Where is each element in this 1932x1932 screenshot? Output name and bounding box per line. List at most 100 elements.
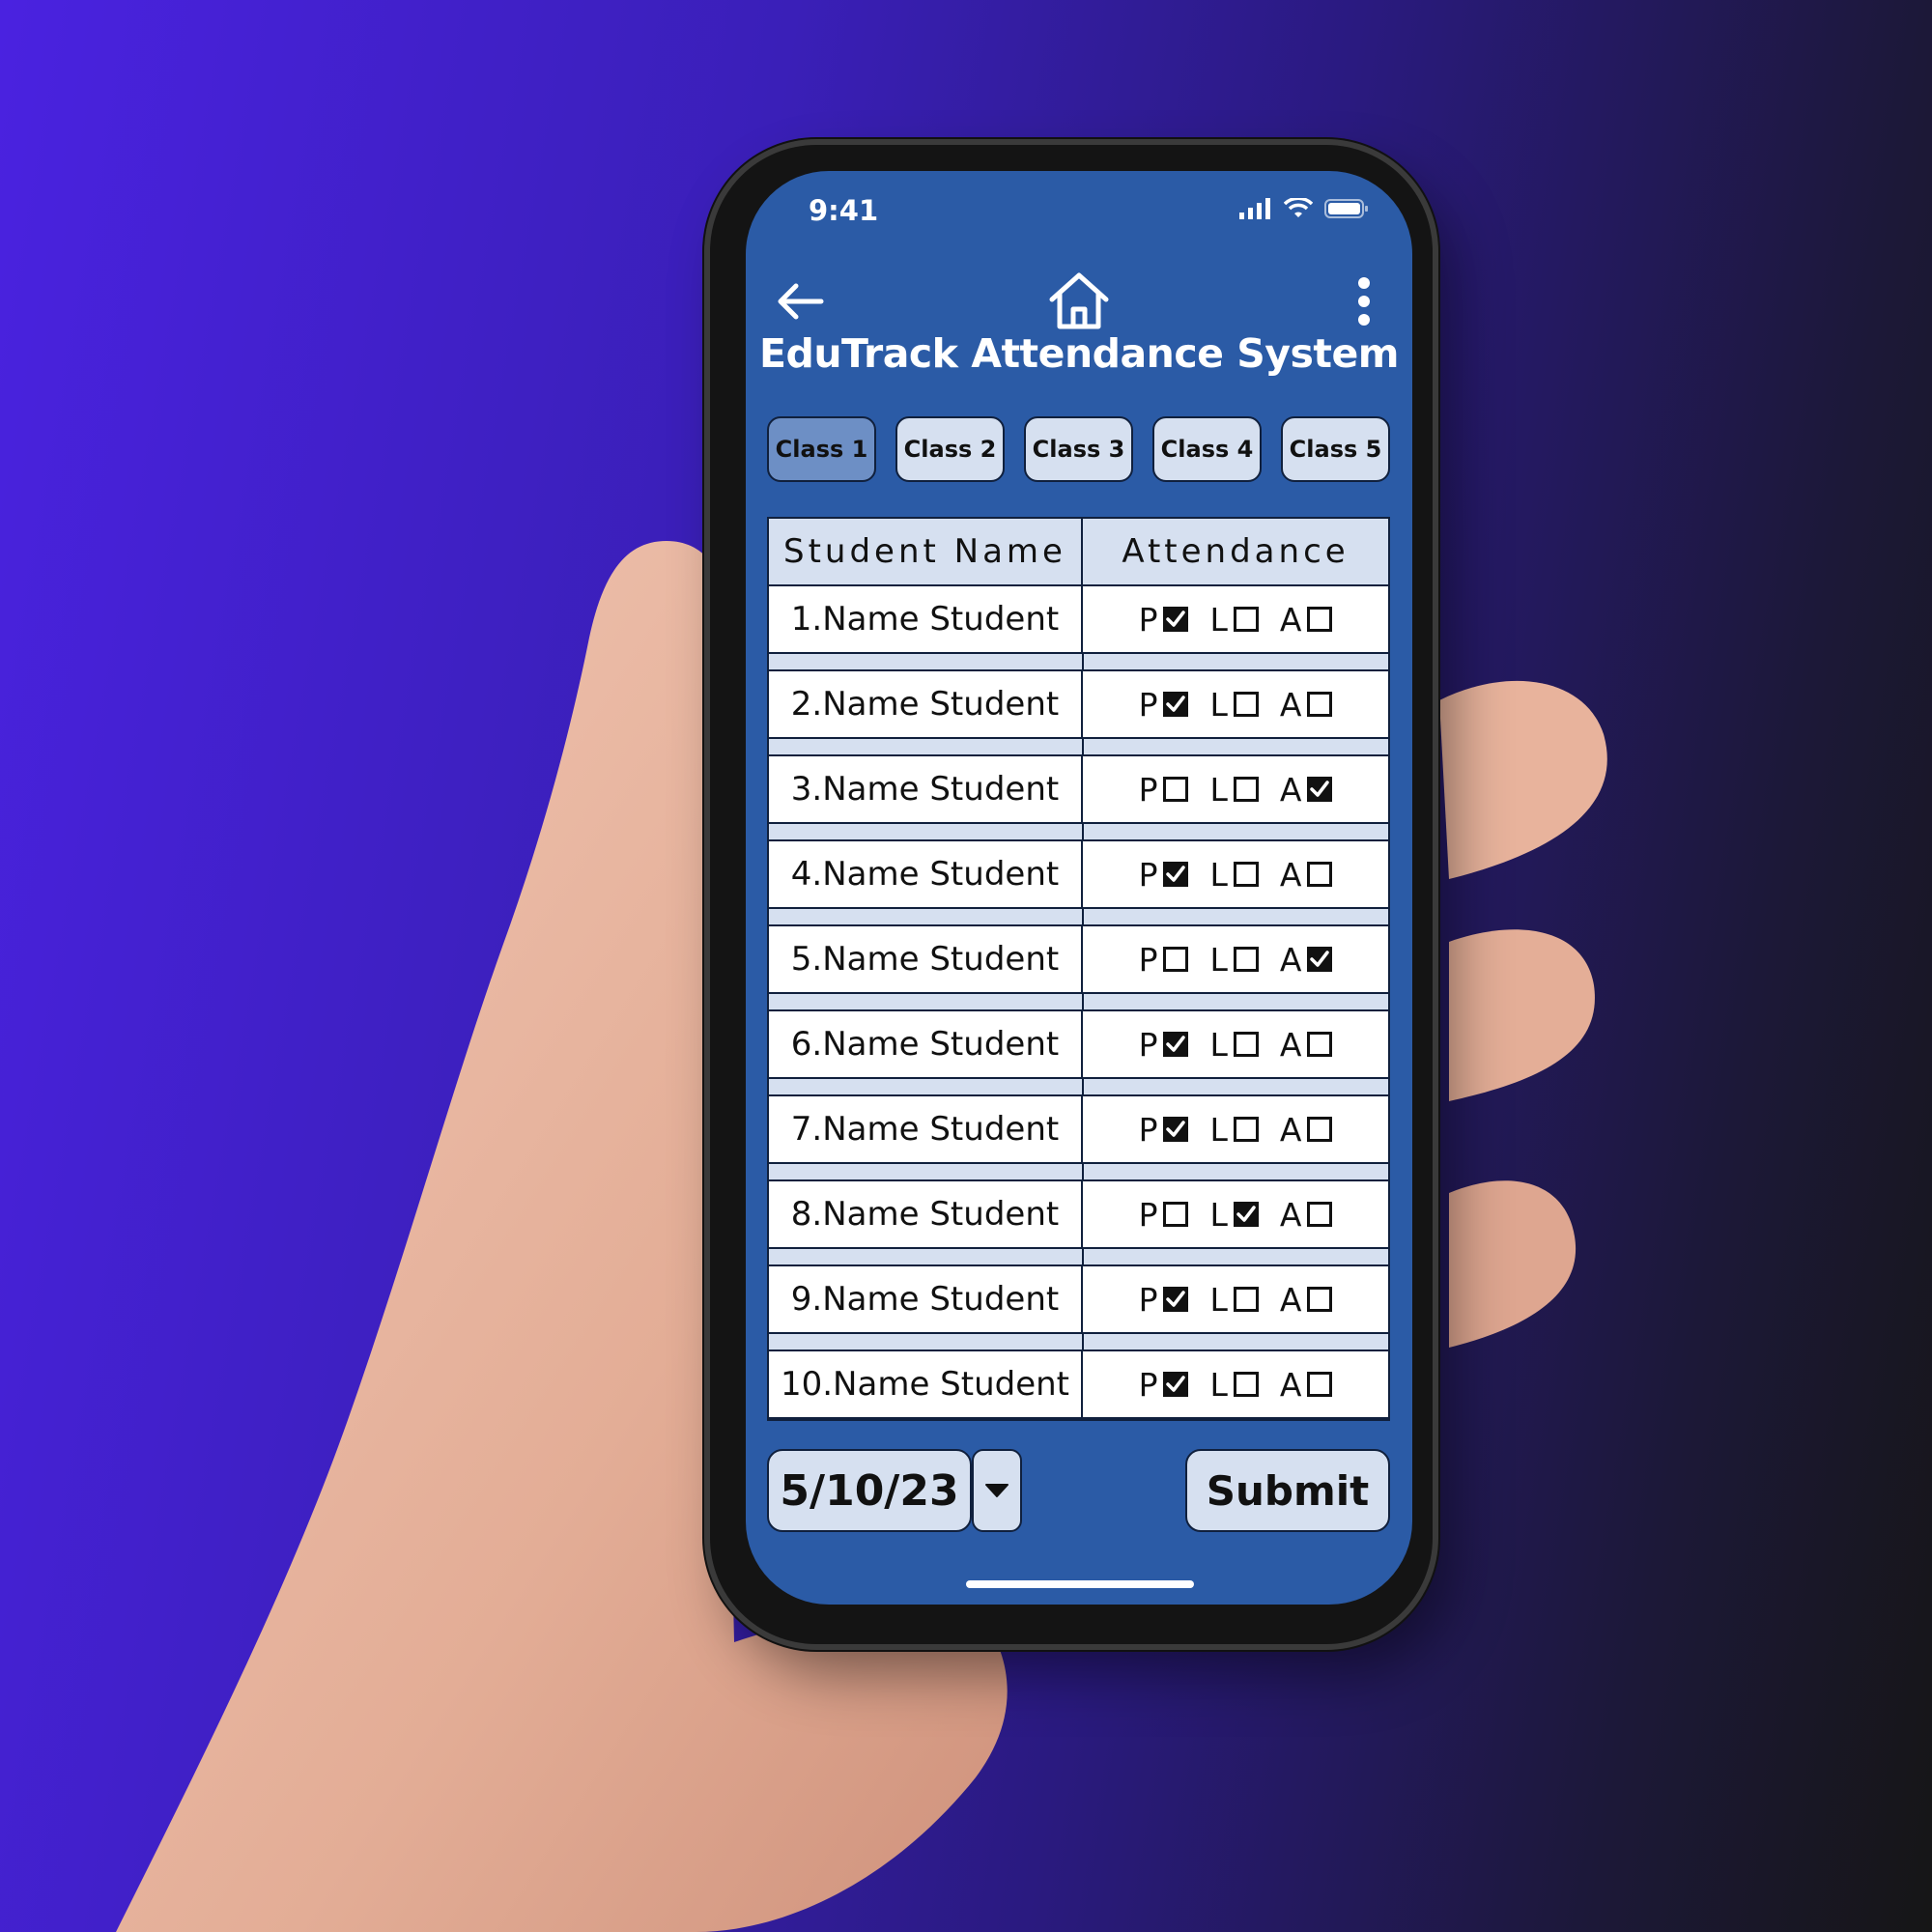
option-absent: A [1280, 856, 1333, 894]
checkbox-present[interactable] [1163, 1287, 1189, 1312]
row-separator [769, 739, 1388, 756]
checkmark-icon [1166, 1036, 1186, 1052]
checkbox-present[interactable] [1163, 1117, 1189, 1142]
checkbox-present[interactable] [1163, 607, 1189, 632]
option-label: L [1209, 1195, 1228, 1234]
table-row: 10.Name Student P L A [769, 1351, 1388, 1419]
back-button[interactable] [773, 277, 827, 326]
header-student-name: Student Name [769, 519, 1083, 584]
option-present: P [1139, 1026, 1189, 1064]
battery-icon [1324, 198, 1369, 223]
checkbox-late[interactable] [1233, 947, 1259, 972]
option-absent: A [1280, 1026, 1333, 1064]
attendance-options: PLA [1139, 771, 1333, 809]
separator-cell [769, 1249, 1084, 1264]
student-name-cell: 8.Name Student [769, 1181, 1083, 1247]
option-label: P [1138, 770, 1158, 809]
attendance-table: Student Name Attendance 1.Name Student P L… [767, 517, 1390, 1421]
more-menu-button[interactable] [1345, 270, 1383, 333]
option-label: P [1138, 1365, 1158, 1404]
option-present: P [1139, 1111, 1189, 1149]
attendance-cell: PLA [1083, 756, 1388, 822]
attendance-options: PLA [1139, 686, 1333, 724]
attendance-cell: PLA [1083, 926, 1388, 992]
arrow-left-icon [778, 283, 824, 320]
caret-down-icon [985, 1484, 1009, 1497]
checkbox-present[interactable] [1163, 947, 1189, 972]
checkbox-absent[interactable] [1307, 862, 1333, 887]
option-late: L [1209, 770, 1259, 809]
option-present: P [1139, 1196, 1189, 1234]
checkbox-absent[interactable] [1307, 692, 1333, 717]
option-label: P [1138, 855, 1158, 894]
checkbox-late[interactable] [1233, 1202, 1259, 1227]
date-dropdown-button[interactable] [972, 1449, 1022, 1532]
option-present: P [1139, 686, 1189, 724]
tab-class-4[interactable]: Class 4 [1152, 416, 1262, 482]
option-label: L [1209, 1280, 1228, 1319]
home-button[interactable] [1045, 268, 1113, 333]
checkmark-icon [1166, 1376, 1186, 1392]
table-row: 8.Name Student P L A [769, 1181, 1388, 1249]
checkbox-absent[interactable] [1307, 607, 1333, 632]
checkbox-late[interactable] [1233, 692, 1259, 717]
row-separator [769, 909, 1388, 926]
tab-class-3[interactable]: Class 3 [1024, 416, 1133, 482]
checkbox-absent[interactable] [1307, 1032, 1333, 1057]
checkbox-absent[interactable] [1307, 947, 1333, 972]
checkbox-absent[interactable] [1307, 1117, 1333, 1142]
checkbox-late[interactable] [1233, 862, 1259, 887]
checkbox-late[interactable] [1233, 1117, 1259, 1142]
checkbox-present[interactable] [1163, 692, 1189, 717]
checkbox-late[interactable] [1233, 1287, 1259, 1312]
checkbox-present[interactable] [1163, 1032, 1189, 1057]
separator-cell [769, 654, 1084, 669]
separator-cell [1084, 1164, 1388, 1179]
separator-cell [769, 1079, 1084, 1094]
student-name-cell: 5.Name Student [769, 926, 1083, 992]
row-separator [769, 994, 1388, 1011]
option-present: P [1139, 1366, 1189, 1404]
separator-cell [1084, 739, 1388, 754]
checkbox-absent[interactable] [1307, 1202, 1333, 1227]
checkbox-present[interactable] [1163, 862, 1189, 887]
student-name-cell: 1.Name Student [769, 586, 1083, 652]
checkbox-absent[interactable] [1307, 777, 1333, 802]
checkbox-late[interactable] [1233, 1372, 1259, 1397]
table-row: 7.Name Student P L A [769, 1096, 1388, 1164]
option-absent: A [1280, 1196, 1333, 1234]
option-present: P [1139, 941, 1189, 979]
tab-class-5[interactable]: Class 5 [1281, 416, 1390, 482]
option-label: A [1279, 1195, 1302, 1234]
option-label: P [1138, 600, 1158, 639]
student-name-cell: 6.Name Student [769, 1011, 1083, 1077]
checkbox-late[interactable] [1233, 1032, 1259, 1057]
option-label: L [1209, 1365, 1228, 1404]
row-separator [769, 1079, 1388, 1096]
row-separator [769, 1334, 1388, 1351]
tab-class-1[interactable]: Class 1 [767, 416, 876, 482]
option-absent: A [1280, 1281, 1333, 1319]
submit-button[interactable]: Submit [1185, 1449, 1390, 1532]
option-absent: A [1280, 1111, 1333, 1149]
checkbox-present[interactable] [1163, 1372, 1189, 1397]
checkbox-present[interactable] [1163, 777, 1189, 802]
attendance-options: PLA [1139, 601, 1333, 639]
date-field[interactable]: 5/10/23 [767, 1449, 972, 1532]
option-label: L [1209, 770, 1228, 809]
checkmark-icon [1166, 1291, 1186, 1307]
checkbox-absent[interactable] [1307, 1372, 1333, 1397]
checkbox-present[interactable] [1163, 1202, 1189, 1227]
separator-cell [1084, 1079, 1388, 1094]
option-absent: A [1280, 601, 1333, 639]
attendance-cell: PLA [1083, 1011, 1388, 1077]
attendance-options: PLA [1139, 1111, 1333, 1149]
home-icon [1049, 272, 1109, 329]
checkbox-late[interactable] [1233, 607, 1259, 632]
checkbox-absent[interactable] [1307, 1287, 1333, 1312]
checkbox-late[interactable] [1233, 777, 1259, 802]
option-absent: A [1280, 1366, 1333, 1404]
option-absent: A [1280, 941, 1333, 979]
tab-class-2[interactable]: Class 2 [895, 416, 1005, 482]
attendance-options: PLA [1139, 1366, 1333, 1404]
